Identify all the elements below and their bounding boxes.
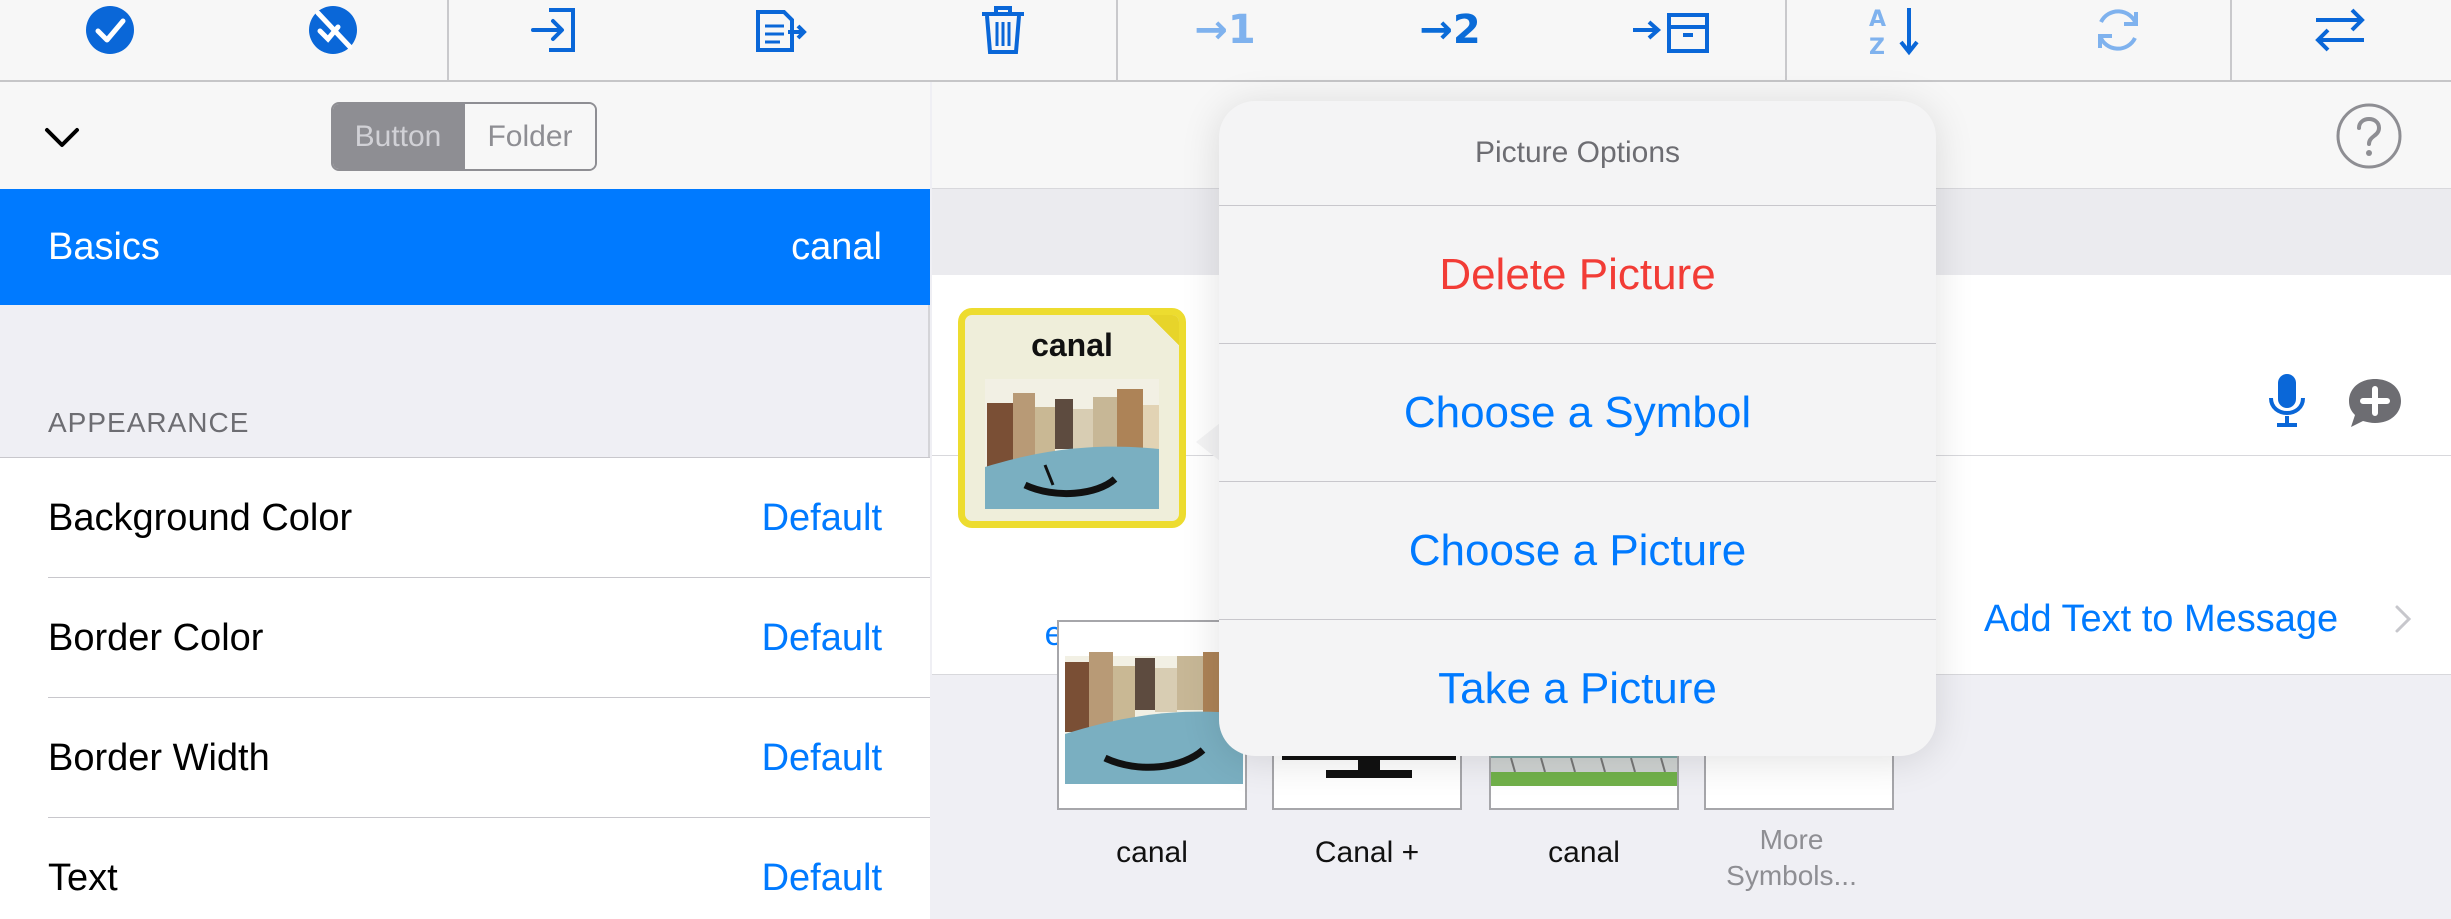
help-button[interactable] bbox=[2335, 102, 2403, 175]
add-speech-bubble-icon bbox=[2349, 379, 2401, 427]
segment-button[interactable]: Button bbox=[333, 104, 465, 169]
move-in-icon bbox=[531, 8, 575, 52]
paste-button[interactable] bbox=[740, 0, 820, 60]
popover-title: Picture Options bbox=[1219, 101, 1936, 206]
question-circle-icon bbox=[2336, 103, 2402, 169]
basics-row[interactable]: Basics canal bbox=[0, 189, 930, 305]
refresh-icon bbox=[2098, 9, 2138, 51]
button-folder-segmented-control: Button Folder bbox=[331, 102, 597, 171]
left-panel: Button Folder Basics canal APPEARANCE Ba… bbox=[0, 82, 930, 919]
delete-picture-button[interactable]: Delete Picture bbox=[1219, 206, 1936, 344]
symbol-label: canal bbox=[1116, 836, 1188, 869]
deselect-all-button[interactable] bbox=[293, 0, 373, 60]
appearance-list: Background Color Default Border Color De… bbox=[0, 457, 930, 919]
svg-text:Z: Z bbox=[1869, 35, 1885, 58]
move-to-2-button[interactable]: →2 bbox=[1410, 0, 1490, 60]
arrow-to-1-icon: →1 bbox=[1194, 7, 1256, 53]
record-button[interactable] bbox=[2267, 372, 2307, 433]
delete-button[interactable] bbox=[963, 0, 1043, 60]
checkmark-circle-icon bbox=[86, 6, 134, 54]
toolbar-divider bbox=[2230, 0, 2232, 80]
row-value: Default bbox=[761, 616, 882, 659]
sort-button[interactable]: A Z bbox=[1855, 0, 1935, 60]
trash-icon bbox=[982, 6, 1024, 54]
border-width-row[interactable]: Border Width Default bbox=[0, 698, 930, 818]
choose-symbol-button[interactable]: Choose a Symbol bbox=[1219, 344, 1936, 482]
border-color-row[interactable]: Border Color Default bbox=[0, 578, 930, 698]
select-all-button[interactable] bbox=[70, 0, 150, 60]
row-value: Default bbox=[761, 736, 882, 779]
basics-value: canal bbox=[791, 225, 882, 268]
row-label: Text bbox=[48, 856, 118, 899]
collapse-button[interactable] bbox=[44, 126, 80, 155]
unselect-circle-icon bbox=[309, 6, 357, 54]
chevron-right-icon bbox=[2395, 605, 2412, 633]
add-text-to-message-label[interactable]: Add Text to Message bbox=[1984, 598, 2338, 641]
move-to-archive-button[interactable] bbox=[1628, 0, 1714, 60]
row-value: Default bbox=[761, 496, 882, 539]
left-header: Button Folder bbox=[0, 82, 930, 189]
symbol-label: canal bbox=[1548, 836, 1620, 869]
text-row[interactable]: Text Default bbox=[0, 818, 930, 919]
move-in-button[interactable] bbox=[515, 0, 595, 60]
basics-label: Basics bbox=[48, 225, 160, 268]
row-label: Border Color bbox=[48, 616, 264, 659]
row-value: Default bbox=[761, 856, 882, 899]
swap-arrows-icon bbox=[2315, 8, 2365, 52]
tile-label: canal bbox=[1031, 327, 1113, 363]
picture-options-popover: Picture Options Delete Picture Choose a … bbox=[1219, 101, 1936, 756]
segment-folder[interactable]: Folder bbox=[465, 104, 595, 169]
row-label: Background Color bbox=[48, 496, 353, 539]
row-label: Border Width bbox=[48, 736, 270, 779]
toolbar-divider bbox=[1785, 0, 1787, 80]
choose-picture-button[interactable]: Choose a Picture bbox=[1219, 482, 1936, 620]
more-symbols-label[interactable]: More Symbols... bbox=[1704, 822, 1879, 894]
toolbar-divider bbox=[1116, 0, 1118, 80]
add-speech-button[interactable] bbox=[2347, 377, 2403, 434]
chevron-down-icon bbox=[45, 128, 79, 147]
svg-text:A: A bbox=[1869, 7, 1886, 32]
microphone-icon bbox=[2269, 374, 2305, 427]
canal-picture bbox=[985, 379, 1159, 509]
symbol-label: Canal + bbox=[1314, 836, 1420, 869]
move-to-1-button[interactable]: →1 bbox=[1190, 0, 1260, 60]
refresh-button[interactable] bbox=[2078, 0, 2158, 60]
appearance-section-header: APPEARANCE bbox=[48, 407, 250, 438]
arrow-to-2-icon: →2 bbox=[1419, 7, 1481, 53]
add-text-chevron[interactable] bbox=[2394, 604, 2412, 639]
swap-button[interactable] bbox=[2300, 0, 2380, 60]
arrow-to-archive-icon bbox=[1633, 13, 1709, 53]
button-tile[interactable]: canal bbox=[958, 308, 1186, 528]
sort-az-icon: A Z bbox=[1869, 7, 1919, 58]
toolbar: →1 →2 A Z bbox=[0, 0, 2451, 82]
toolbar-divider bbox=[447, 0, 449, 80]
paste-icon bbox=[756, 10, 807, 52]
take-picture-button[interactable]: Take a Picture bbox=[1219, 620, 1936, 758]
background-color-row[interactable]: Background Color Default bbox=[0, 458, 930, 578]
